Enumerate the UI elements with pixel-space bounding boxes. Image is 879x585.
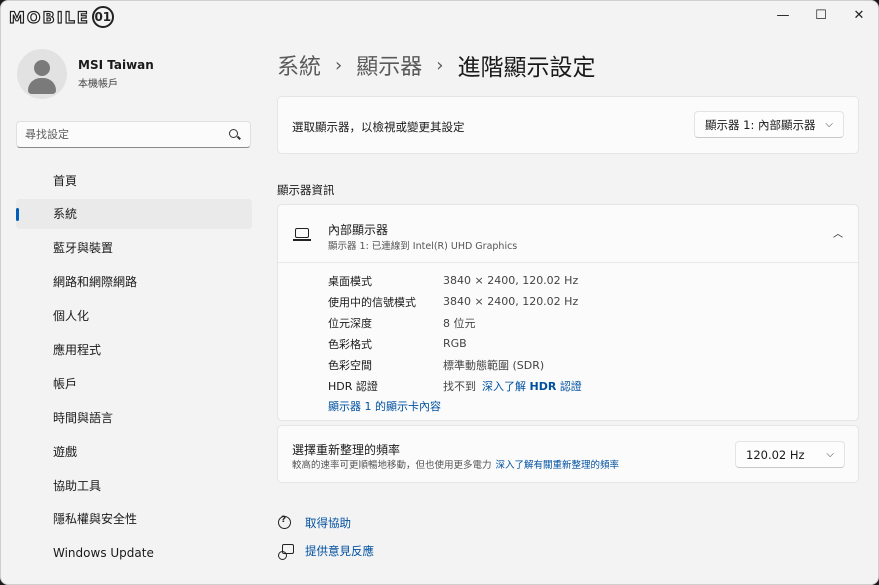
help-icon [277, 515, 293, 531]
sidebar-item-system[interactable]: 系統 [16, 198, 252, 229]
display-info-card: 內部顯示器 顯示器 1: 已連線到 Intel(R) UHD Graphics … [277, 204, 859, 421]
give-feedback-link[interactable]: 提供意見反應 [277, 537, 374, 565]
breadcrumb-system[interactable]: 系統 [277, 49, 321, 81]
adapter-properties-link[interactable]: 顯示器 1 的顯示卡內容 [328, 398, 441, 414]
refresh-rate-card: 選擇重新整理的頻率 較高的速率可更順暢地移動，但也使用更多電力 深入了解有關重新整… [277, 425, 859, 483]
info-row: HDR 認證 找不到 深入了解 HDR 認證 [328, 375, 582, 396]
search-box[interactable] [16, 121, 251, 148]
breadcrumb-separator: › [436, 54, 444, 76]
sidebar-item-network[interactable]: 網路和網際網路 [16, 267, 252, 297]
display-connection: 顯示器 1: 已連線到 Intel(R) UHD Graphics [328, 241, 518, 252]
hdr-learn-more-link[interactable]: 深入了解 HDR 認證 [482, 378, 582, 394]
sidebar-item-bluetooth-devices[interactable]: 藍牙與裝置 [16, 233, 252, 263]
logo-text: MOBILE [8, 7, 90, 27]
user-profile[interactable]: MSI Taiwan 本機帳戶 [17, 49, 154, 99]
display-select-value: 顯示器 1: 內部顯示器 [705, 117, 816, 132]
search-icon[interactable] [228, 128, 242, 142]
search-input[interactable] [25, 128, 228, 141]
breadcrumb: 系統 › 顯示器 › 進階顯示設定 [277, 48, 595, 82]
window-controls: — ☐ ✕ [764, 1, 878, 29]
avatar [17, 49, 67, 99]
info-key: HDR 認證 [328, 379, 378, 393]
sidebar-item-windows-update[interactable]: Windows Update [16, 538, 252, 568]
info-key: 色彩空間 [328, 358, 372, 372]
sidebar-item-time-language[interactable]: 時間與語言 [16, 402, 252, 432]
select-display-label: 選取顯示器，以檢視或變更其設定 [292, 120, 465, 134]
close-button[interactable]: ✕ [840, 1, 878, 29]
sidebar-item-apps[interactable]: 應用程式 [16, 334, 252, 364]
info-key: 使用中的信號模式 [328, 295, 416, 309]
display-info-header[interactable]: 內部顯示器 顯示器 1: 已連線到 Intel(R) UHD Graphics … [278, 205, 858, 263]
chevron-down-icon: ⌵ [825, 119, 833, 130]
display-select-dropdown[interactable]: 顯示器 1: 內部顯示器 ⌵ [694, 111, 844, 138]
minimize-button[interactable]: — [764, 1, 802, 29]
sidebar-item-privacy-security[interactable]: 隱私權與安全性 [16, 504, 252, 534]
profile-name: MSI Taiwan [78, 58, 154, 72]
refresh-rate-description: 較高的速率可更順暢地移動，但也使用更多電力 深入了解有關重新整理的頻率 [292, 460, 620, 471]
laptop-icon [293, 228, 311, 242]
feedback-icon [277, 543, 294, 560]
info-value: 3840 × 2400, 120.02 Hz [443, 295, 579, 308]
info-value: RGB [443, 337, 467, 350]
display-info-rows: 桌面模式 3840 × 2400, 120.02 Hz 使用中的信號模式 384… [328, 270, 582, 396]
display-name: 內部顯示器 [328, 223, 389, 237]
info-value: 標準動態範圍 (SDR) [443, 358, 545, 372]
settings-window: MOBILE 01 — ☐ ✕ MSI Taiwan 本機帳戶 首頁 系統 藍牙… [0, 0, 879, 585]
info-key: 色彩格式 [328, 337, 372, 351]
info-row: 桌面模式 3840 × 2400, 120.02 Hz [328, 270, 582, 291]
sidebar-item-personalization[interactable]: 個人化 [16, 301, 252, 331]
refresh-rate-title: 選擇重新整理的頻率 [292, 443, 401, 457]
maximize-button[interactable]: ☐ [802, 1, 840, 29]
sidebar-nav: 首頁 系統 藍牙與裝置 網路和網際網路 個人化 應用程式 帳戶 時間與語言 遊戲… [16, 165, 252, 572]
sidebar-item-accounts[interactable]: 帳戶 [16, 368, 252, 398]
info-row: 色彩格式 RGB [328, 333, 582, 354]
page-title: 進階顯示設定 [457, 55, 596, 81]
info-key: 桌面模式 [328, 274, 372, 288]
breadcrumb-separator: › [335, 54, 343, 76]
chevron-up-icon[interactable]: ︿ [833, 225, 843, 240]
chevron-down-icon: ⌵ [826, 449, 834, 460]
refresh-rate-dropdown[interactable]: 120.02 Hz ⌵ [735, 441, 845, 468]
sidebar-item-home[interactable]: 首頁 [16, 165, 252, 195]
select-display-card: 選取顯示器，以檢視或變更其設定 顯示器 1: 內部顯示器 ⌵ [277, 96, 859, 154]
refresh-learn-more-link[interactable]: 深入了解有關重新整理的頻率 [496, 460, 620, 471]
info-value: 8 位元 [443, 316, 476, 330]
info-value: 找不到 [443, 379, 476, 393]
title-bar: MOBILE 01 — ☐ ✕ [1, 1, 878, 31]
info-key: 位元深度 [328, 316, 372, 330]
mobile01-logo: MOBILE 01 [8, 5, 114, 29]
info-row: 色彩空間 標準動態範圍 (SDR) [328, 354, 582, 375]
profile-account-type: 本機帳戶 [78, 79, 118, 90]
help-links: 取得協助 提供意見反應 [277, 509, 374, 565]
refresh-rate-value: 120.02 Hz [746, 447, 805, 462]
info-row: 使用中的信號模式 3840 × 2400, 120.02 Hz [328, 291, 582, 312]
sidebar-item-accessibility[interactable]: 協助工具 [16, 470, 252, 500]
info-value: 3840 × 2400, 120.02 Hz [443, 274, 579, 287]
logo-badge: 01 [91, 6, 114, 28]
get-help-link[interactable]: 取得協助 [277, 509, 374, 537]
section-title-display-info: 顯示器資訊 [277, 183, 335, 197]
info-row: 位元深度 8 位元 [328, 312, 582, 333]
sidebar-item-gaming[interactable]: 遊戲 [16, 436, 252, 466]
breadcrumb-display[interactable]: 顯示器 [356, 49, 422, 81]
